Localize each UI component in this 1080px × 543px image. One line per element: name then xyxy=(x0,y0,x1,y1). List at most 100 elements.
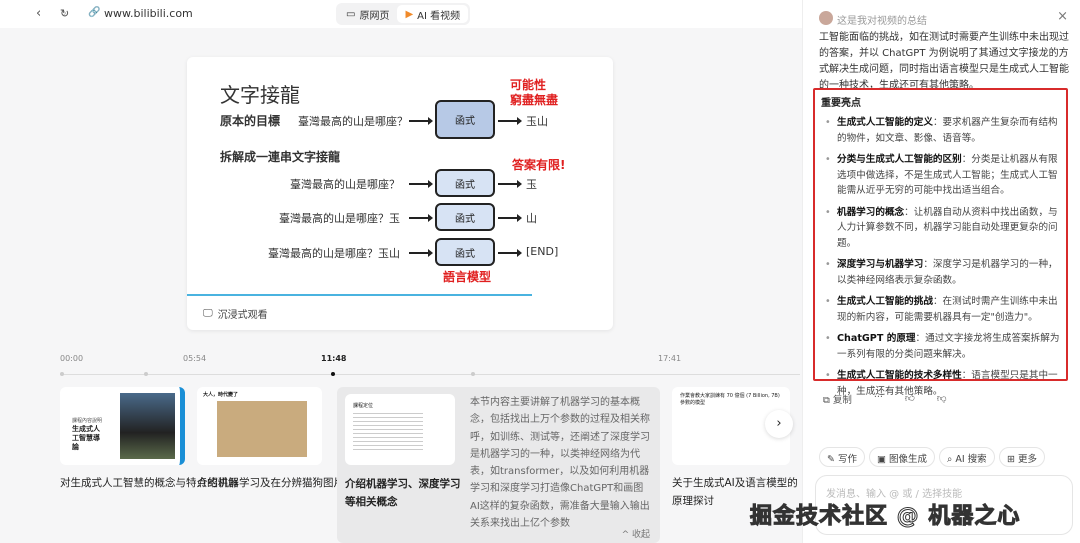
url-text[interactable]: www.bilibili.com xyxy=(104,7,193,20)
arrow xyxy=(498,249,522,257)
function-box: 函式 xyxy=(435,169,495,197)
function-box: 函式 xyxy=(435,238,495,266)
window-icon: ▭ xyxy=(346,8,356,20)
thumbs-up-icon[interactable]: 👍︎ xyxy=(905,392,915,406)
thumb-text: 大人，時代變了 xyxy=(203,392,239,398)
main-area: ‹ › ↻ 🔗 www.bilibili.com ▭ 原网页 ▶ AI 看视频 文字… xyxy=(0,0,802,543)
thumbs-down-icon[interactable]: 👎︎ xyxy=(937,392,947,406)
copy-icon: ⧉ xyxy=(823,395,833,406)
more-icon[interactable]: ··· xyxy=(874,392,883,406)
highlight-item: 深度学习与机器学习：深度学习是机器学习的一种，以类神经网络表示复杂函数。 xyxy=(821,257,1060,288)
thumb-image xyxy=(120,393,175,459)
progress-bar[interactable] xyxy=(187,294,532,296)
image-icon: ▣ xyxy=(877,454,889,465)
highlight-item: 生成式人工智能的定义：要求机器产生复杂而有结构的物件，如文章、影像、语音等。 xyxy=(821,115,1060,146)
slide-text: 臺灣最高的山是哪座？玉 xyxy=(279,212,400,225)
chapter-thumbnail: 大人，時代變了 xyxy=(197,387,322,465)
highlight-item: 分类与生成式人工智能的区别：分类是让机器从有限选项中做选择，不是生成式人工智能；… xyxy=(821,152,1060,199)
next-chapters-button[interactable]: › xyxy=(765,410,793,438)
arrow xyxy=(409,117,433,125)
function-box: 函式 xyxy=(435,203,495,231)
highlight-item: ChatGPT 的原理：通过文字接龙将生成答案拆解为一系列有限的分类问题来解决。 xyxy=(821,331,1060,362)
thumb-text: 作業會教大家訓練有 70 億個 (7 Billion, 7B) 參數的模型 xyxy=(680,393,780,406)
timeline-mark[interactable]: 17:41 xyxy=(658,354,681,363)
slide-text: 玉山 xyxy=(526,115,548,128)
arrow xyxy=(498,117,522,125)
highlight-key: 深度学习与机器学习 xyxy=(837,259,924,270)
reload-icon[interactable]: ↻ xyxy=(60,7,69,20)
slide-annotation: 語言模型 xyxy=(443,270,492,284)
highlight-key: 分类与生成式人工智能的区别 xyxy=(837,154,962,165)
highlight-key: 生成式人工智能的挑战 xyxy=(837,296,933,307)
arrow xyxy=(409,249,433,257)
slide-annotation: 答案有限! xyxy=(512,158,566,172)
arrow xyxy=(409,180,433,188)
summary-intro: 工智能面临的挑战，如在测试时需要产生训练中未出现过的答案，并以 ChatGPT … xyxy=(819,32,1069,91)
function-box: 函式 xyxy=(435,100,495,139)
screen-icon: 🖵 xyxy=(203,308,213,319)
slide-text: 臺灣最高的山是哪座？玉山 xyxy=(268,247,400,260)
highlight-item: 生成式人工智能的挑战：在测试时需产生训练中未出现的新内容，可能需要机器具有一定"… xyxy=(821,294,1060,325)
chapter-card[interactable]: 作業會教大家訓練有 70 億個 (7 Billion, 7B) 參數的模型 关于… xyxy=(672,387,802,510)
thumb-text: 課程定位 xyxy=(353,403,374,409)
highlights-title: 重要亮点 xyxy=(821,98,861,109)
video-player[interactable]: 文字接龍 原本的目標 臺灣最高的山是哪座？ 函式 玉山 可能性 窮盡無盡 拆解成… xyxy=(187,57,613,330)
ai-video-icon: ▶ xyxy=(405,8,414,20)
chapter-card-expanded[interactable]: 課程定位 介绍机器学习、深度学习等相关概念 本节内容主要讲解了机器学习的基本概念… xyxy=(337,387,660,543)
close-button[interactable]: × xyxy=(1057,9,1068,24)
chevron-up-icon: ^ xyxy=(621,530,632,540)
chapter-title: 介绍机器学习、深度学习等相关概念 xyxy=(345,478,461,508)
chip-more[interactable]: ⊞ 更多 xyxy=(999,447,1045,467)
highlight-key: ChatGPT 的原理 xyxy=(837,333,916,344)
thumb-image xyxy=(353,410,423,450)
chip-ai-search[interactable]: ⌕ AI 搜索 xyxy=(939,447,995,467)
slide-text: 玉 xyxy=(526,178,537,191)
thumb-text: 課程內容說明 xyxy=(72,418,103,424)
pen-icon: ✎ xyxy=(827,454,838,465)
avatar xyxy=(819,11,833,25)
highlight-key: 机器学习的概念 xyxy=(837,206,905,218)
timeline-dot-current xyxy=(331,372,335,376)
watermark: 掘金技术社区 @ 机器之心 xyxy=(749,504,1021,530)
chapter-thumbnail: 課程定位 xyxy=(345,394,455,465)
highlight-item: 机器学习的概念：让机器自动从资料中找出函数，与人力计算参数不同，机器学习能自动处… xyxy=(821,205,1060,252)
collapse-button[interactable]: ^ 收起 xyxy=(622,527,650,540)
tab-original-page[interactable]: ▭ 原网页 xyxy=(338,5,397,23)
highlight-key: 生成式人工智能的技术多样性 xyxy=(837,370,962,381)
timeline-mark-current[interactable]: 11:48 xyxy=(321,354,346,363)
tab-ai-video[interactable]: ▶ AI 看视频 xyxy=(397,5,469,23)
chevron-right-icon: › xyxy=(776,416,782,431)
highlight-key: 生成式人工智能的定义 xyxy=(837,117,933,128)
slide-text: 臺灣最高的山是哪座？ xyxy=(290,178,400,191)
timeline-mark[interactable]: 00:00 xyxy=(60,354,83,363)
link-icon: 🔗 xyxy=(88,7,101,18)
message-actions: ⧉ 复制 ··· 👍︎ 👎︎ xyxy=(823,392,946,406)
timeline-track[interactable] xyxy=(60,374,800,375)
timeline-dot xyxy=(471,372,475,376)
chip-write[interactable]: ✎ 写作 xyxy=(819,447,865,467)
copy-button[interactable]: ⧉ 复制 xyxy=(823,392,852,406)
timeline-dot xyxy=(60,372,64,376)
slide-text: [END] xyxy=(526,245,559,258)
highlights-list: 生成式人工智能的定义：要求机器产生复杂而有结构的物件，如文章、影像、语音等。分类… xyxy=(821,115,1060,399)
immersive-view-button[interactable]: 🖵 沉浸式观看 xyxy=(203,306,268,321)
grid-icon: ⊞ xyxy=(1007,454,1018,465)
timeline-dot xyxy=(144,372,148,376)
browser-toolbar: ‹ › ↻ 🔗 www.bilibili.com ▭ 原网页 ▶ AI 看视频 xyxy=(0,0,802,28)
timeline-mark[interactable]: 05:54 xyxy=(183,354,206,363)
arrow xyxy=(498,180,522,188)
ai-summary-panel: 这是我对视频的总结 × 工智能面临的挑战，如在测试时需要产生训练中未出现过的答案… xyxy=(802,0,1080,543)
arrow xyxy=(498,214,522,222)
chip-image-gen[interactable]: ▣ 图像生成 xyxy=(869,447,936,467)
thumb-image xyxy=(217,401,307,457)
panel-header: 这是我对视频的总结 xyxy=(837,16,927,27)
slide-text: 拆解成一連串文字接龍 xyxy=(220,150,341,164)
back-button[interactable]: ‹ xyxy=(36,6,41,21)
slide-annotation: 窮盡無盡 xyxy=(510,93,559,107)
thumb-text: 生成式人工智慧導論 xyxy=(72,425,100,451)
slide-text: 臺灣最高的山是哪座？ xyxy=(298,115,408,128)
slide-title: 文字接龍 xyxy=(220,83,300,107)
slide-text: 原本的目標 xyxy=(220,114,281,128)
arrow xyxy=(409,214,433,222)
view-switch: ▭ 原网页 ▶ AI 看视频 xyxy=(336,3,471,25)
